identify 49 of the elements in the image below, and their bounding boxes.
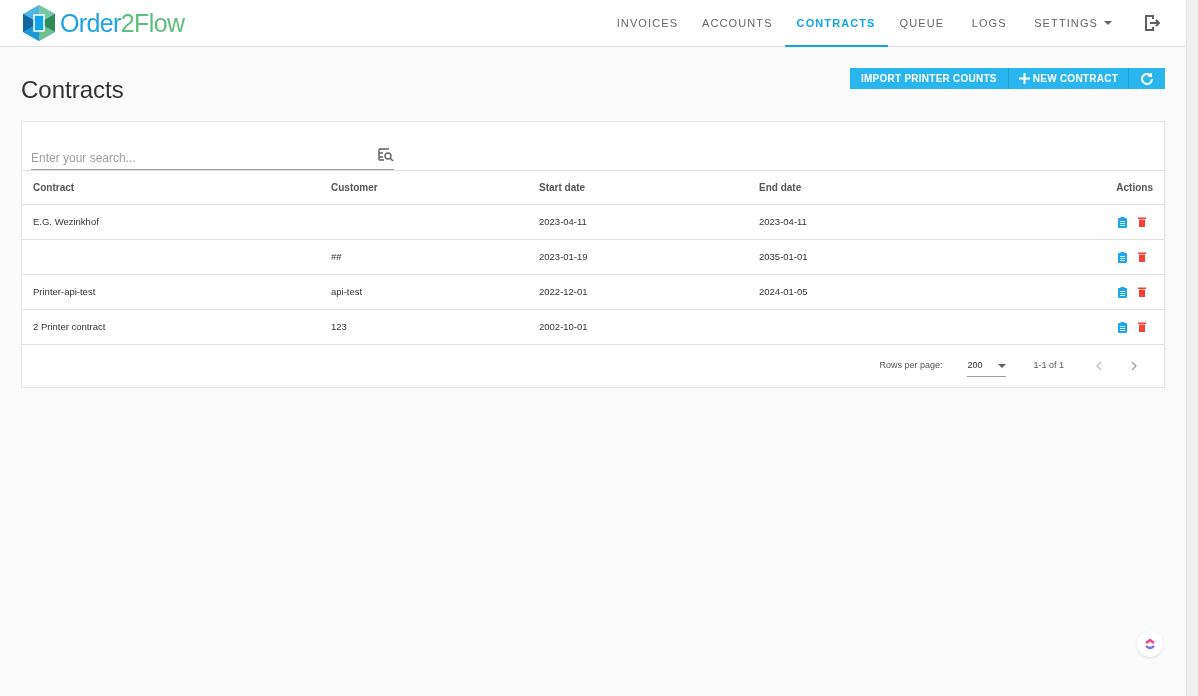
plus-icon	[1018, 73, 1030, 84]
trash-icon[interactable]	[1138, 321, 1146, 332]
table-cell: 123	[331, 320, 347, 332]
search-list-icon	[378, 147, 394, 161]
nav-tab[interactable]: SETTINGS	[1022, 0, 1124, 47]
previous-page-icon[interactable]	[1096, 361, 1102, 371]
logout-icon[interactable]	[1144, 14, 1160, 32]
column-header[interactable]: Customer	[331, 182, 378, 193]
hexagon-logo-icon	[21, 4, 57, 42]
clipboard-icon[interactable]	[1118, 251, 1127, 263]
nav-tab[interactable]: LOGS	[956, 0, 1023, 47]
trash-icon[interactable]	[1138, 251, 1146, 262]
rows-per-page-select[interactable]: 200	[967, 354, 1007, 378]
help-widget-button[interactable]	[1137, 631, 1163, 657]
column-header[interactable]: Start date	[539, 182, 586, 193]
table-cell: 2023-01-19	[539, 250, 588, 262]
table-cell: 2 Printer contract	[33, 320, 106, 332]
caret-icon	[1104, 21, 1112, 25]
page-range: 1-1 of 1	[1033, 359, 1064, 373]
table-cell: Printer-api-test	[33, 285, 96, 297]
column-header[interactable]: Contract	[33, 182, 75, 193]
clipboard-icon[interactable]	[1118, 321, 1127, 333]
rows-per-page-label: Rows per page:	[879, 359, 943, 373]
table-cell: 2022-12-01	[539, 285, 588, 297]
trash-icon[interactable]	[1138, 286, 1146, 297]
chevrons-icon	[1144, 638, 1156, 650]
nav-tab[interactable]: QUEUE	[887, 0, 957, 47]
table-cell: ##	[331, 250, 342, 262]
page-title: Contracts	[21, 75, 124, 105]
trash-icon[interactable]	[1138, 216, 1146, 227]
table-cell: 2024-01-05	[759, 285, 808, 297]
table-cell: 2023-04-11	[759, 215, 807, 227]
refresh-icon	[1140, 71, 1154, 86]
table-cell: E.G. Wezinkhof	[33, 215, 99, 227]
logo-text: Order2Flow	[60, 10, 185, 36]
caret-icon	[998, 363, 1007, 368]
table-cell: api-test	[331, 285, 363, 297]
refresh-button[interactable]	[1129, 68, 1165, 89]
clipboard-icon[interactable]	[1118, 216, 1127, 228]
nav-tab[interactable]: INVOICES	[604, 0, 691, 47]
column-header[interactable]: End date	[759, 182, 802, 193]
clipboard-icon[interactable]	[1118, 286, 1127, 298]
next-page-icon[interactable]	[1131, 361, 1137, 371]
nav-tab[interactable]: ACCOUNTS	[690, 0, 785, 47]
table-cell: 2035-01-01	[759, 250, 808, 262]
search-field[interactable]: Enter your search...	[31, 149, 394, 170]
table-cell: 2023-04-11	[539, 215, 587, 227]
table-cell: 2002-10-01	[539, 320, 588, 332]
column-header[interactable]: Actions	[1116, 182, 1153, 193]
